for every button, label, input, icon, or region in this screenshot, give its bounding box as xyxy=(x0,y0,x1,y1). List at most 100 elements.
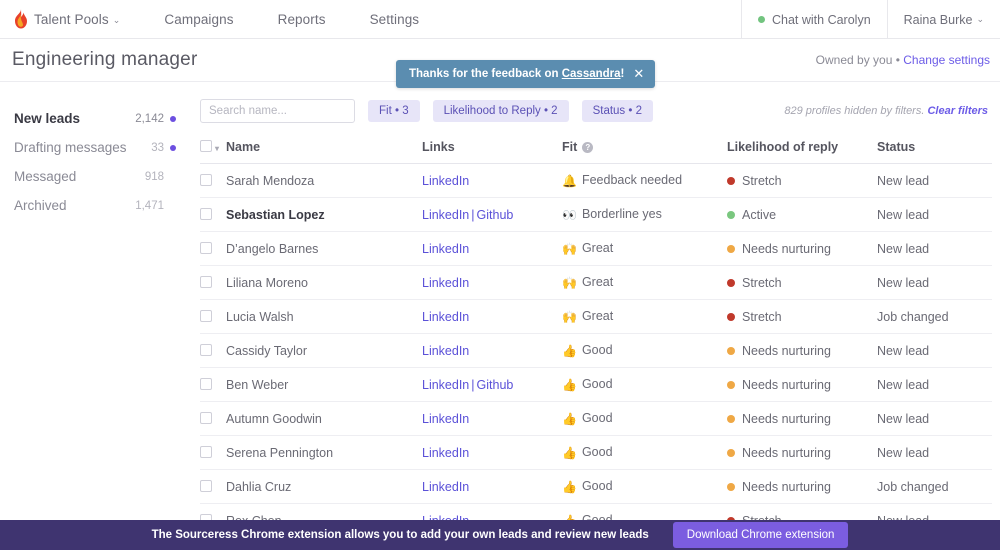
chevron-down-icon: ⌄ xyxy=(976,14,984,24)
download-chrome-extension-button[interactable]: Download Chrome extension xyxy=(672,522,849,548)
fit-rating-icon: 👍 xyxy=(562,480,577,494)
table-row[interactable]: Liliana Moreno LinkedIn 🙌 Great Stretch New l… xyxy=(200,265,992,300)
table-row[interactable]: Sarah Mendoza LinkedIn 🔔 Feedback needed Str… xyxy=(200,163,992,198)
status-badge: New lead xyxy=(877,241,930,256)
linkedin-link[interactable]: LinkedIn xyxy=(422,480,469,494)
sidebar-item-new-leads[interactable]: New leads 2,142 xyxy=(0,104,192,133)
linkedin-link[interactable]: LinkedIn xyxy=(422,242,469,256)
sidebar-item-messaged[interactable]: Messaged 918 xyxy=(0,162,192,191)
help-icon[interactable]: ? xyxy=(582,142,594,153)
column-header-name[interactable]: Name xyxy=(226,140,422,164)
search-input[interactable] xyxy=(200,99,355,123)
row-checkbox[interactable] xyxy=(200,377,212,390)
row-checkbox[interactable] xyxy=(200,445,212,458)
chrome-extension-banner: The Sourceress Chrome extension allows y… xyxy=(0,520,1000,550)
candidate-name-cell[interactable]: Sebastian Lopez xyxy=(226,197,422,232)
table-row[interactable]: Ben Weber LinkedIn | Github 👍 Good Needs nurtu… xyxy=(200,367,992,402)
github-link[interactable]: Github xyxy=(477,378,514,392)
links-cell: LinkedIn xyxy=(422,163,562,198)
likelihood-status-dot-icon xyxy=(727,380,735,389)
table-row[interactable]: D’angelo Barnes LinkedIn 🙌 Great Needs nurtu… xyxy=(200,231,992,266)
linkedin-link[interactable]: LinkedIn xyxy=(422,378,469,392)
column-select-all: ▾ xyxy=(200,140,226,164)
candidate-name-cell[interactable]: Liliana Moreno xyxy=(226,265,422,300)
row-select-cell xyxy=(200,163,226,198)
candidate-name-cell[interactable]: Lucia Walsh xyxy=(226,299,422,334)
filter-pill-likelihood-to-reply[interactable]: Likelihood to Reply • 2 xyxy=(432,100,569,122)
linkedin-link[interactable]: LinkedIn xyxy=(422,174,469,188)
linkedin-link[interactable]: LinkedIn xyxy=(422,310,469,324)
linkedin-link[interactable]: LinkedIn xyxy=(422,344,469,358)
likelihood-status-dot-icon xyxy=(727,448,735,457)
row-checkbox[interactable] xyxy=(200,411,212,424)
column-header-status[interactable]: Status xyxy=(877,140,992,164)
row-checkbox[interactable] xyxy=(200,275,212,288)
row-checkbox[interactable] xyxy=(200,343,212,356)
row-select-cell xyxy=(200,197,226,232)
candidate-name-cell[interactable]: Sarah Mendoza xyxy=(226,163,422,198)
table-row[interactable]: Serena Pennington LinkedIn 👍 Good Needs nurt… xyxy=(200,435,992,470)
row-checkbox[interactable] xyxy=(200,173,212,186)
close-icon[interactable]: ✕ xyxy=(633,67,644,80)
change-settings-link[interactable]: Change settings xyxy=(903,53,990,67)
chevron-down-icon[interactable]: ▾ xyxy=(215,144,219,153)
status-cell: New lead xyxy=(877,197,992,232)
fit-rating-icon: 🔔 xyxy=(562,174,577,188)
candidate-name-cell[interactable]: Cassidy Taylor xyxy=(226,333,422,368)
select-all-checkbox[interactable] xyxy=(200,140,212,152)
row-checkbox[interactable] xyxy=(200,241,212,254)
filter-pill-fit[interactable]: Fit • 3 xyxy=(368,100,420,122)
sidebar-item-label: Archived xyxy=(14,198,67,213)
chat-label: Chat with Carolyn xyxy=(772,12,871,27)
status-badge: New lead xyxy=(877,343,930,358)
row-select-cell xyxy=(200,231,226,266)
table-row[interactable]: Lucia Walsh LinkedIn 🙌 Great Stretch Job chan… xyxy=(200,299,992,334)
linkedin-link[interactable]: LinkedIn xyxy=(422,276,469,290)
nav-item-settings[interactable]: Settings xyxy=(370,12,420,27)
nav-item-campaigns[interactable]: Campaigns xyxy=(164,12,233,27)
sidebar-item-drafting-messages[interactable]: Drafting messages 33 xyxy=(0,133,192,162)
candidate-name: D’angelo Barnes xyxy=(226,241,319,256)
table-row[interactable]: Dahlia Cruz LinkedIn 👍 Good Needs nurturing J… xyxy=(200,469,992,504)
sidebar-item-count: 33 xyxy=(151,141,164,154)
row-checkbox[interactable] xyxy=(200,309,212,322)
fit-cell: 👍 Good xyxy=(562,435,727,470)
candidate-name-cell[interactable]: Autumn Goodwin xyxy=(226,401,422,436)
logo-container[interactable] xyxy=(0,9,34,29)
candidate-name-cell[interactable]: Dahlia Cruz xyxy=(226,469,422,504)
likelihood-label: Active xyxy=(742,207,777,222)
column-header-links[interactable]: Links xyxy=(422,140,562,164)
clear-filters-link[interactable]: Clear filters xyxy=(927,105,988,117)
candidate-name-cell[interactable]: Serena Pennington xyxy=(226,435,422,470)
linkedin-link[interactable]: LinkedIn xyxy=(422,446,469,460)
filter-pill-status[interactable]: Status • 2 xyxy=(581,100,653,122)
table-row[interactable]: Cassidy Taylor LinkedIn 👍 Good Needs nurturi… xyxy=(200,333,992,368)
table-body: Sarah Mendoza LinkedIn 🔔 Feedback needed Str… xyxy=(200,163,992,550)
row-checkbox[interactable] xyxy=(200,479,212,492)
fit-cell: 🔔 Feedback needed xyxy=(562,163,727,198)
nav-item-talent-pools[interactable]: Talent Pools ⌄ xyxy=(34,12,120,27)
fit-cell: 👍 Good xyxy=(562,333,727,368)
column-header-likelihood[interactable]: Likelihood of reply xyxy=(727,140,877,164)
github-link[interactable]: Github xyxy=(477,208,514,222)
table-row[interactable]: Sebastian Lopez LinkedIn | Github 👀 Borderlin… xyxy=(200,197,992,232)
table-row[interactable]: Autumn Goodwin LinkedIn 👍 Good Needs nurturi… xyxy=(200,401,992,436)
sidebar-item-archived[interactable]: Archived 1,471 xyxy=(0,191,192,220)
chat-with-carolyn-button[interactable]: Chat with Carolyn xyxy=(741,0,887,39)
fit-label: Good xyxy=(581,377,613,391)
fit-cell: 👍 Good xyxy=(562,469,727,504)
fit-rating-icon: 👍 xyxy=(562,378,577,392)
row-checkbox[interactable] xyxy=(200,207,212,220)
fit-label: Good xyxy=(581,445,613,459)
toast-candidate-link[interactable]: Cassandra xyxy=(562,68,621,80)
nav-item-reports[interactable]: Reports xyxy=(278,12,326,27)
link-separator: | xyxy=(471,207,475,222)
fit-rating-icon: 👍 xyxy=(562,412,577,426)
column-header-fit[interactable]: Fit? xyxy=(562,140,727,164)
linkedin-link[interactable]: LinkedIn xyxy=(422,208,469,222)
linkedin-link[interactable]: LinkedIn xyxy=(422,412,469,426)
candidate-name-cell[interactable]: Ben Weber xyxy=(226,367,422,402)
candidate-name-cell[interactable]: D’angelo Barnes xyxy=(226,231,422,266)
user-menu[interactable]: Raina Burke ⌄ xyxy=(886,0,1000,39)
row-select-cell xyxy=(200,265,226,300)
